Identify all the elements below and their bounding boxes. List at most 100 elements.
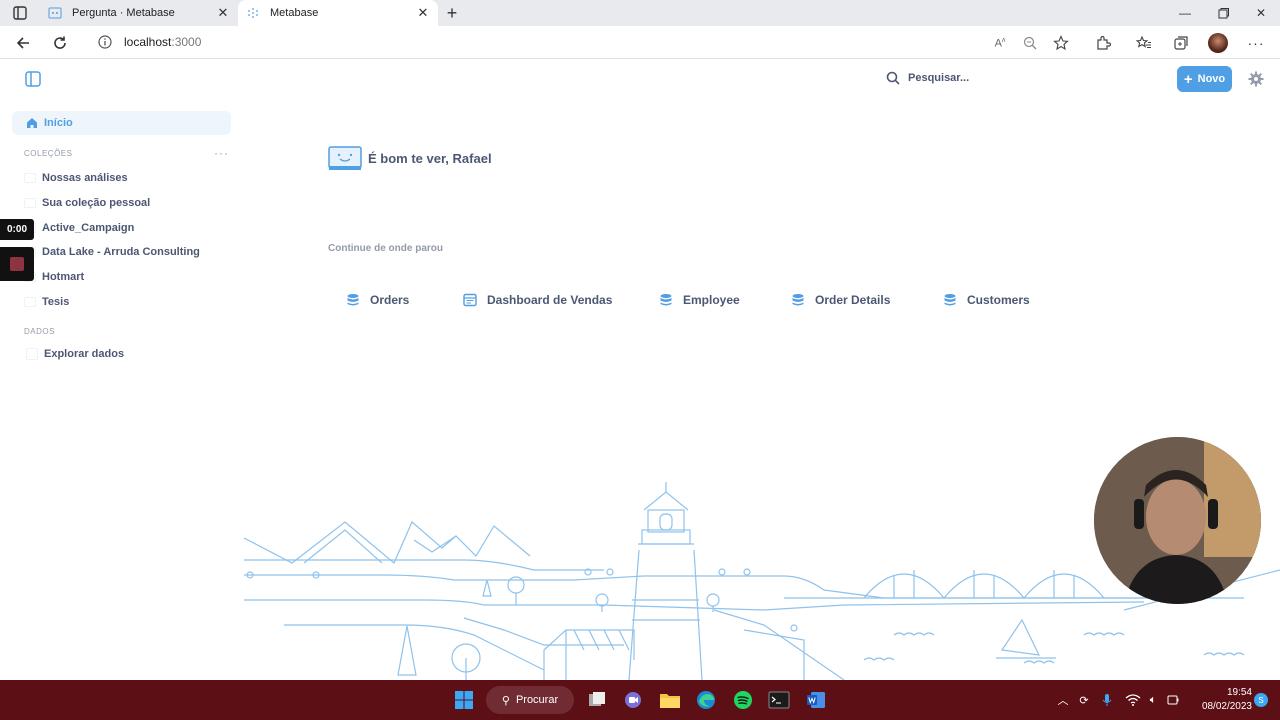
favorites-icon[interactable]: [1133, 32, 1155, 54]
address-bar: localhost:3000 Aʌ ···: [0, 26, 1280, 59]
recent-item-customers[interactable]: Customers: [943, 290, 1030, 310]
tab-title: Pergunta · Metabase: [72, 7, 175, 19]
tab-actions-icon[interactable]: [0, 0, 40, 26]
sidebar-item-data-lake[interactable]: Data Lake - Arruda Consulting: [24, 242, 200, 262]
search-bar[interactable]: [886, 71, 1028, 85]
more-options-icon[interactable]: ···: [1245, 32, 1267, 54]
sidebar: Início COLEÇÕES ··· Nossas análises Sua …: [0, 60, 243, 680]
close-tab-icon[interactable]: ✕: [416, 6, 430, 20]
data-section-title: DADOS: [24, 327, 55, 336]
database-icon: [792, 294, 804, 306]
sidebar-item-nossas-analises[interactable]: Nossas análises: [24, 168, 128, 188]
collections-icon[interactable]: [1170, 32, 1192, 54]
taskbar-clock[interactable]: 19:54 08/02/2023: [1186, 686, 1252, 714]
windows-taskbar: ⚲ Procurar ︿ ⟳ 🔈︎ 19:54 08/02/2023 S: [0, 680, 1280, 720]
word-icon[interactable]: [803, 687, 829, 713]
zoom-icon[interactable]: [1019, 32, 1041, 54]
extensions-icon[interactable]: [1092, 32, 1114, 54]
clock-date: 08/02/2023: [1201, 701, 1252, 712]
taskbar-search[interactable]: ⚲ Procurar: [486, 686, 574, 714]
recent-item-dashboard-de-vendas[interactable]: Dashboard de Vendas: [463, 290, 612, 310]
collections-section-title: COLEÇÕES: [24, 149, 73, 158]
sidebar-item-sua-colecao-pessoal[interactable]: Sua coleção pessoal: [24, 193, 150, 213]
database-icon: [26, 348, 38, 360]
recent-item-orders[interactable]: Orders: [346, 290, 409, 310]
url-host: localhost: [124, 35, 172, 49]
window-close-icon[interactable]: ✕: [1242, 0, 1280, 26]
settings-gear-icon[interactable]: [1248, 71, 1264, 87]
new-tab-icon[interactable]: +: [438, 0, 466, 26]
sidebar-item-active-campaign[interactable]: Active_Campaign: [24, 218, 134, 238]
sidebar-item-tesis[interactable]: Tesis: [24, 292, 69, 312]
sidebar-item-label: Sua coleção pessoal: [42, 197, 151, 209]
recent-item-label: Customers: [967, 293, 1030, 307]
sidebar-item-explorar-dados[interactable]: Explorar dados: [26, 344, 124, 364]
terminal-icon[interactable]: [766, 687, 792, 713]
sidebar-toggle-icon[interactable]: [24, 70, 42, 88]
spotify-icon[interactable]: [730, 687, 756, 713]
database-icon: [944, 294, 956, 306]
clock-time: 19:54: [1226, 687, 1252, 698]
sidebar-item-label: Data Lake - Arruda Consulting: [42, 246, 200, 258]
sync-icon[interactable]: ⟳: [1075, 691, 1093, 709]
tab-title: Metabase: [270, 7, 319, 19]
stop-recording-button[interactable]: [0, 247, 34, 281]
volume-icon[interactable]: 🔈︎: [1144, 691, 1162, 709]
wifi-icon[interactable]: [1124, 691, 1142, 709]
tab-metabase[interactable]: Metabase ✕: [238, 0, 438, 26]
sidebar-item-label: Explorar dados: [44, 348, 125, 360]
sidebar-item-label: Tesis: [42, 296, 70, 308]
windows-start-icon[interactable]: [451, 687, 477, 713]
search-icon: ⚲: [501, 694, 510, 707]
new-button[interactable]: + Novo: [1177, 66, 1232, 92]
add-favorite-icon[interactable]: [1050, 32, 1072, 54]
recording-timer: 0:00: [0, 219, 34, 240]
file-explorer-icon[interactable]: [657, 687, 683, 713]
profile-avatar[interactable]: [1207, 32, 1229, 54]
metabase-favicon-icon: [246, 6, 260, 20]
database-icon: [660, 294, 672, 306]
chevron-up-icon[interactable]: ︿: [1054, 691, 1072, 709]
folder-icon: [24, 173, 36, 183]
microphone-icon[interactable]: [1098, 691, 1116, 709]
minimize-icon[interactable]: —: [1166, 0, 1204, 26]
collections-more-icon[interactable]: ···: [214, 146, 229, 160]
reload-icon[interactable]: [47, 30, 73, 56]
metabot-icon: [328, 146, 362, 170]
edge-browser-icon[interactable]: [693, 687, 719, 713]
back-icon[interactable]: [10, 30, 36, 56]
notification-badge-icon[interactable]: S: [1252, 691, 1270, 709]
recent-item-order-details[interactable]: Order Details: [791, 290, 890, 310]
search-input[interactable]: [908, 72, 1028, 84]
greeting-text: É bom te ver, Rafael: [368, 151, 492, 166]
search-icon: [886, 71, 900, 85]
tab-pergunta-metabase[interactable]: Pergunta · Metabase ✕: [40, 0, 238, 26]
battery-icon[interactable]: [1164, 691, 1182, 709]
continue-section-title: Continue de onde parou: [328, 243, 443, 254]
read-aloud-icon[interactable]: Aʌ: [989, 32, 1011, 54]
dashboard-icon: [463, 293, 477, 307]
webcam-person-image: [1094, 437, 1261, 604]
recent-item-label: Orders: [370, 293, 410, 307]
recent-item-employee[interactable]: Employee: [659, 290, 740, 310]
home-icon: [27, 118, 37, 128]
teams-chat-icon[interactable]: [620, 687, 646, 713]
greeting: É bom te ver, Rafael: [328, 146, 492, 171]
taskbar-search-label: Procurar: [515, 694, 559, 706]
url-field[interactable]: localhost:3000: [124, 35, 201, 49]
close-tab-icon[interactable]: ✕: [216, 6, 230, 20]
folder-icon: [24, 198, 36, 208]
sidebar-item-label: Nossas análises: [42, 172, 128, 184]
recent-item-label: Order Details: [815, 293, 891, 307]
browser-tab-bar: Pergunta · Metabase ✕ Metabase ✕ + — ✕: [0, 0, 1280, 26]
task-view-icon[interactable]: [584, 687, 610, 713]
site-info-icon[interactable]: [97, 34, 113, 50]
database-icon: [347, 294, 359, 306]
new-button-label: Novo: [1197, 73, 1226, 85]
maximize-icon[interactable]: [1204, 0, 1242, 26]
folder-icon: [24, 297, 36, 307]
sidebar-item-label: Active_Campaign: [42, 222, 135, 234]
sidebar-item-home[interactable]: Início: [12, 111, 231, 135]
url-port: :3000: [171, 35, 202, 49]
recent-item-label: Employee: [683, 293, 740, 307]
